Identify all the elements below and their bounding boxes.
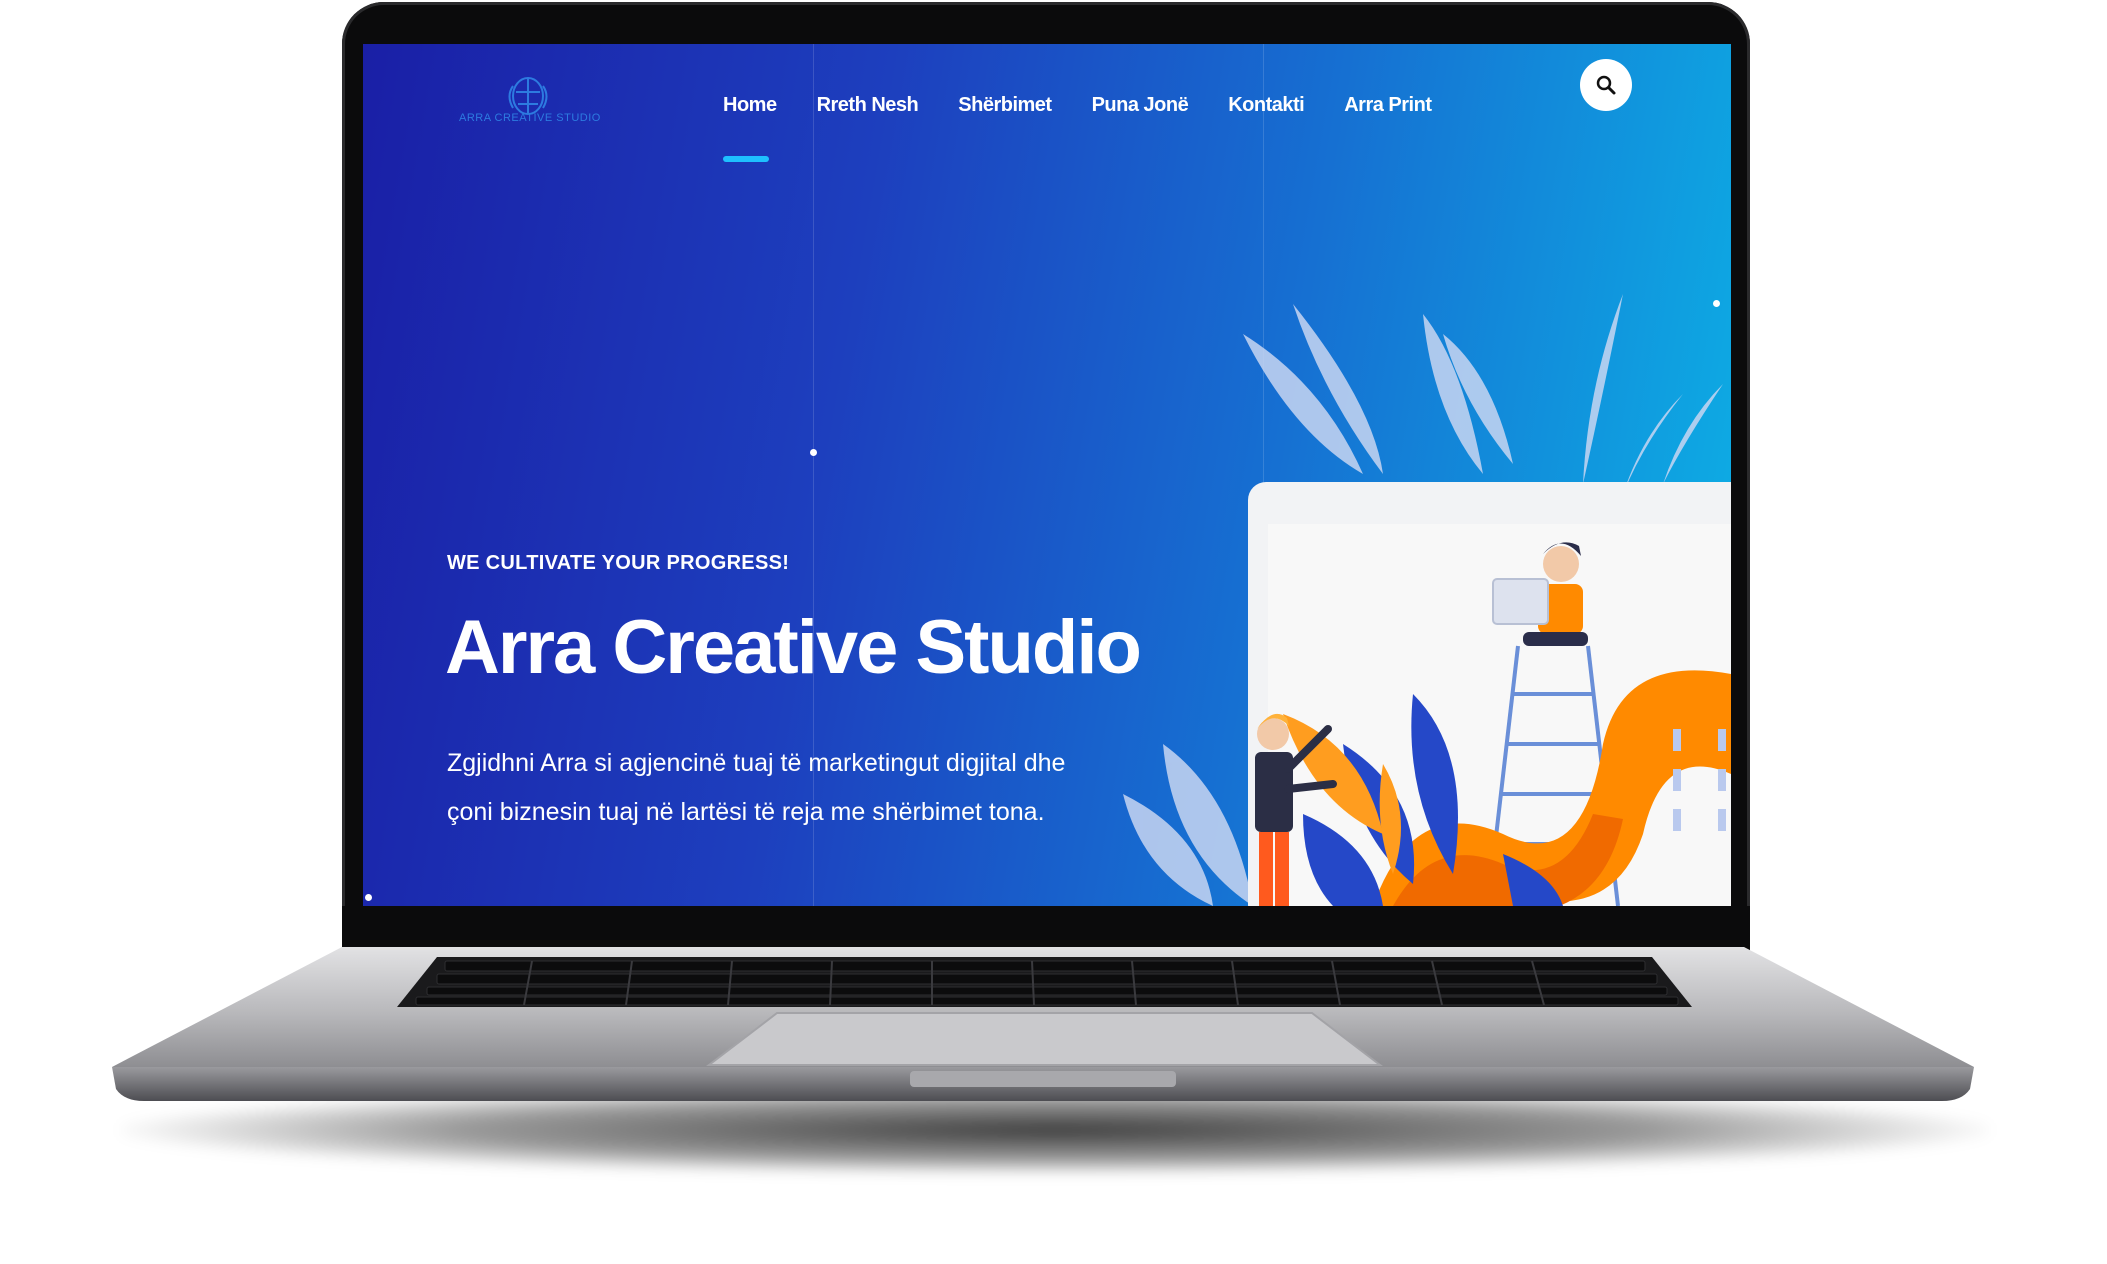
hero-title: Arra Creative Studio bbox=[445, 605, 1142, 690]
search-button[interactable] bbox=[1580, 59, 1632, 111]
nav-sherbimet[interactable]: Shërbimet bbox=[958, 94, 1052, 117]
website-screen: ARRA CREATIVE STUDIO Home Rreth Nesh Shë… bbox=[363, 44, 1731, 906]
hero-illustration bbox=[1123, 294, 1731, 906]
site-logo[interactable] bbox=[458, 56, 598, 146]
logo-text: ARRA CREATIVE STUDIO bbox=[459, 112, 601, 124]
decor-dot bbox=[365, 894, 372, 901]
nav-arra-print[interactable]: Arra Print bbox=[1344, 94, 1432, 117]
nav-rreth-nesh[interactable]: Rreth Nesh bbox=[817, 94, 919, 117]
hero-tagline: WE CULTIVATE YOUR PROGRESS! bbox=[447, 552, 790, 574]
active-nav-indicator bbox=[723, 156, 769, 162]
hero-description: Zgjidhni Arra si agjencinë tuaj të marke… bbox=[447, 749, 1066, 826]
nav-kontakti[interactable]: Kontakti bbox=[1228, 94, 1305, 117]
main-nav: Home Rreth Nesh Shërbimet Puna Jonë Kont… bbox=[723, 94, 1471, 117]
nav-puna-jone[interactable]: Puna Jonë bbox=[1092, 94, 1189, 117]
search-icon bbox=[1596, 75, 1616, 95]
laptop-base bbox=[112, 947, 1974, 1101]
decor-dot bbox=[810, 449, 817, 456]
nav-home[interactable]: Home bbox=[723, 94, 777, 117]
